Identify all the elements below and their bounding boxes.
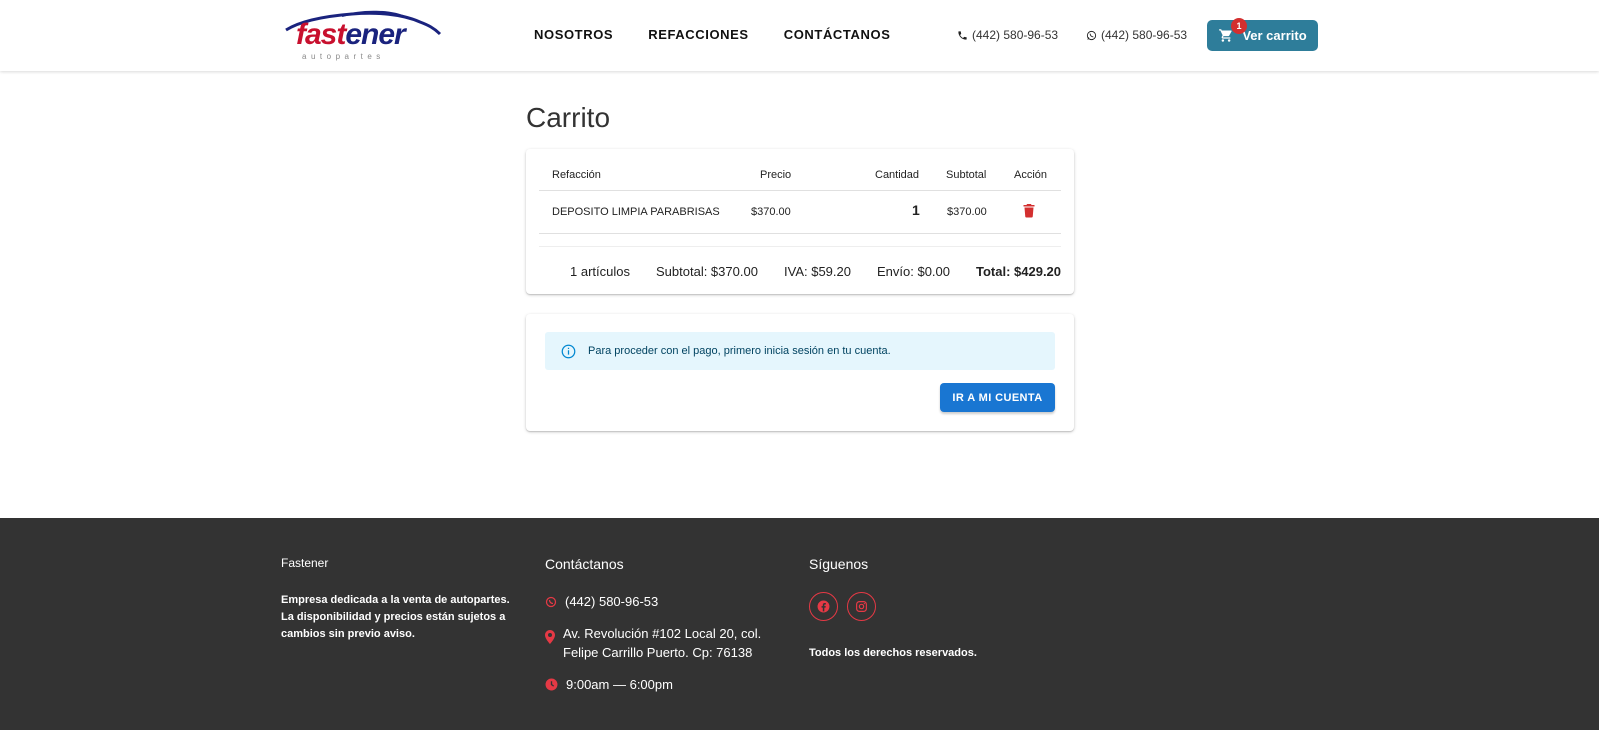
col-header-refaccion: Refacción	[552, 169, 601, 181]
footer-phone-number: (442) 580-96-53	[565, 594, 659, 609]
site-header: fastener autopartes NOSOTROS REFACCIONES…	[0, 0, 1599, 71]
cart-table-card: Refacción Precio Cantidad Subtotal Acció…	[526, 149, 1074, 294]
summary-item-count: 1 artículos	[570, 264, 630, 279]
col-header-precio: Precio	[760, 169, 792, 181]
cart-count-badge: 1	[1231, 18, 1247, 34]
header-whatsapp[interactable]: (442) 580-96-53	[1086, 28, 1187, 42]
summary-shipping: Envío: $0.00	[877, 264, 950, 279]
logo-wordmark: fastener	[296, 18, 406, 51]
footer-contact-address: Av. Revolución #102 Local 20, col. Felip…	[545, 624, 775, 662]
row-divider	[539, 233, 1061, 234]
facebook-link[interactable]	[809, 592, 838, 621]
delete-item-button[interactable]	[1023, 203, 1035, 223]
login-required-alert: Para proceder con el pago, primero inici…	[545, 332, 1055, 370]
row-subtotal: $370.00	[947, 206, 987, 218]
info-icon	[561, 344, 576, 358]
header-whatsapp-number: (442) 580-96-53	[1101, 28, 1188, 42]
instagram-link[interactable]	[847, 592, 876, 621]
page-title: Carrito	[526, 102, 611, 133]
whatsapp-icon	[545, 596, 557, 608]
summary-subtotal: Subtotal: $370.00	[656, 264, 758, 279]
main-nav: NOSOTROS REFACCIONES CONTÁCTANOS	[534, 27, 925, 42]
footer-hours: 9:00am — 6:00pm	[566, 677, 673, 692]
header-phone[interactable]: (442) 580-96-53	[957, 28, 1058, 42]
summary-total: Total: $429.20	[976, 264, 1062, 279]
summary-iva: IVA: $59.20	[784, 264, 851, 279]
footer-rights: Todos los derechos reservados.	[809, 647, 977, 659]
footer-about-text: Empresa dedicada a la venta de autoparte…	[281, 594, 510, 640]
row-quantity: 1	[912, 202, 920, 218]
summary-divider	[539, 246, 1061, 247]
fastener-logo[interactable]: fastener autopartes	[282, 8, 442, 64]
whatsapp-icon	[1086, 30, 1097, 40]
footer-contact-hours: 9:00am — 6:00pm	[545, 675, 673, 694]
footer-about-title: Fastener	[281, 556, 329, 570]
col-header-subtotal: Subtotal	[946, 169, 987, 181]
view-cart-label: Ver carrito	[1242, 28, 1307, 43]
footer-social-title: Síguenos	[809, 556, 869, 572]
row-price: $370.00	[751, 206, 791, 218]
logo-subtitle: autopartes	[302, 52, 385, 61]
col-header-accion: Acción	[1014, 169, 1048, 181]
header-divider	[539, 190, 1061, 191]
facebook-icon	[817, 600, 830, 613]
nav-item-contactanos[interactable]: CONTÁCTANOS	[784, 27, 891, 42]
phone-icon	[958, 30, 967, 40]
go-to-account-button[interactable]: IR A MI CUENTA	[940, 383, 1055, 412]
clock-icon	[545, 678, 558, 691]
footer-contact-title: Contáctanos	[545, 556, 624, 572]
trash-icon	[1023, 204, 1035, 218]
location-pin-icon	[545, 630, 555, 644]
checkout-login-card: Para proceder con el pago, primero inici…	[526, 314, 1074, 431]
login-required-message: Para proceder con el pago, primero inici…	[588, 345, 891, 357]
row-product-name: DEPOSITO LIMPIA PARABRISAS	[552, 206, 720, 218]
view-cart-button[interactable]: Ver carrito 1	[1207, 18, 1318, 51]
header-phone-number: (442) 580-96-53	[972, 28, 1059, 42]
instagram-icon	[856, 601, 867, 612]
col-header-cantidad: Cantidad	[875, 169, 920, 181]
nav-item-refacciones[interactable]: REFACCIONES	[648, 27, 749, 42]
site-footer: Fastener Empresa dedicada a la venta de …	[0, 518, 1599, 730]
footer-contact-phone[interactable]: (442) 580-96-53	[545, 592, 658, 611]
footer-address: Av. Revolución #102 Local 20, col. Felip…	[563, 626, 762, 660]
nav-item-nosotros[interactable]: NOSOTROS	[534, 27, 613, 42]
